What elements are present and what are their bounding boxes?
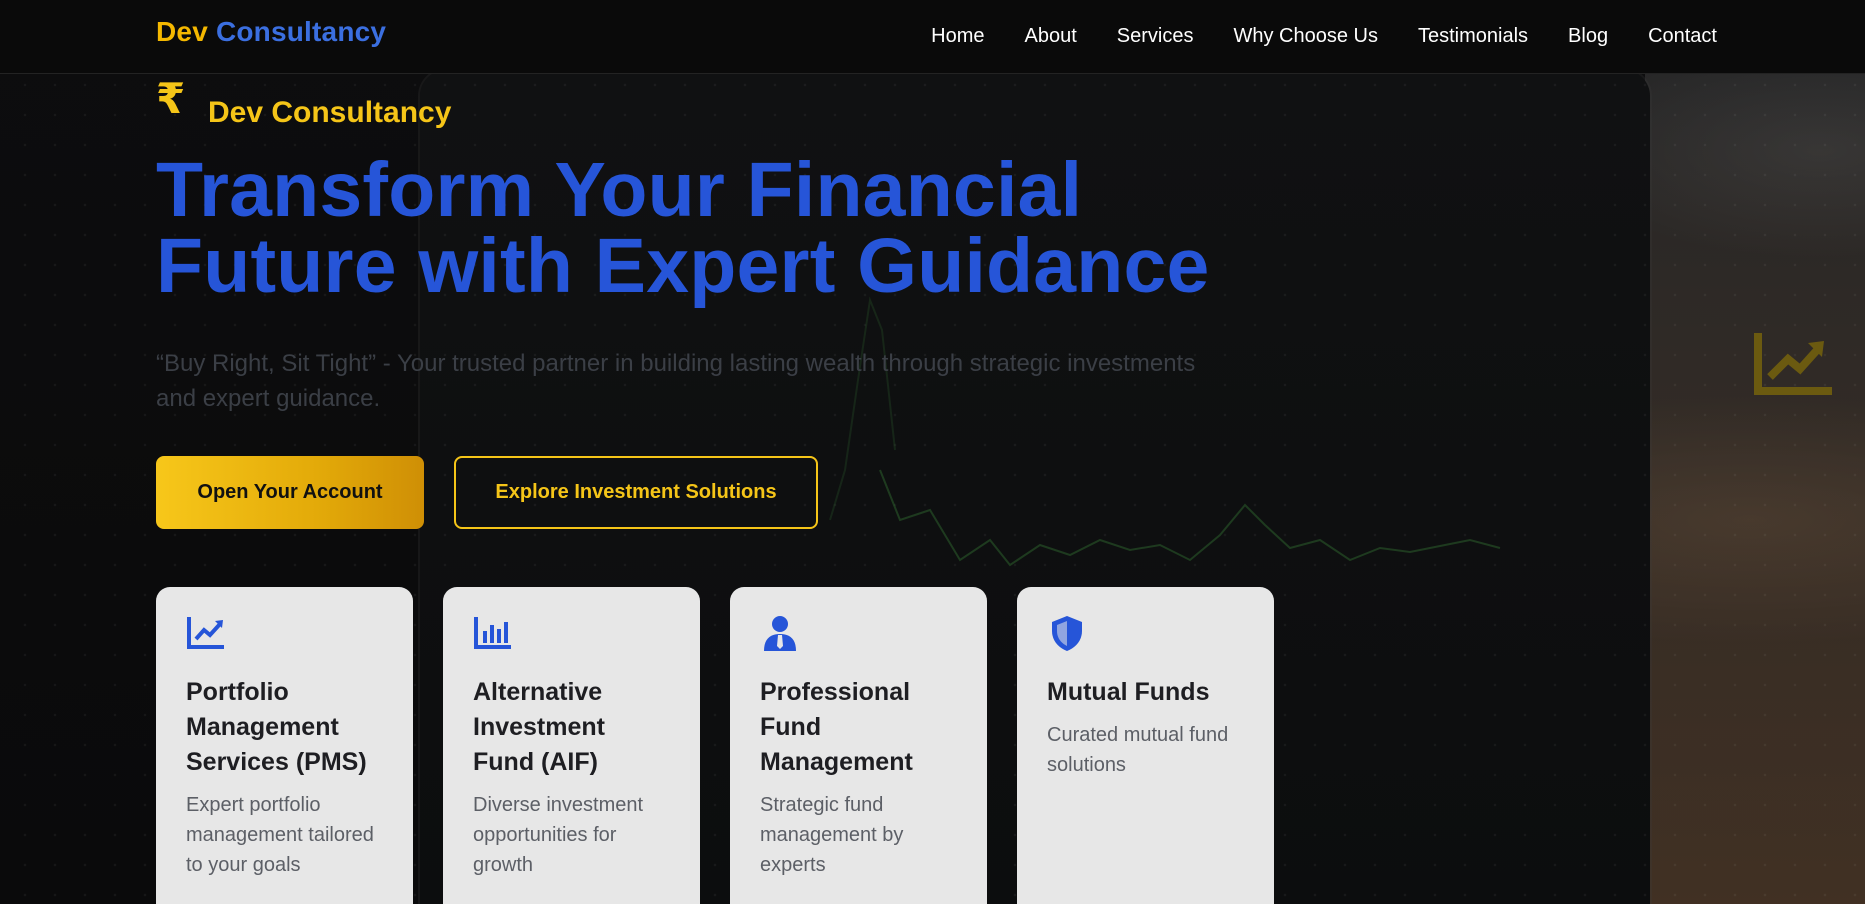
hero-cta-row: Open Your Account Explore Investment Sol… (156, 456, 1356, 529)
card-description: Strategic fund management by experts (760, 794, 904, 876)
nav-link-testimonials[interactable]: Testimonials (1418, 25, 1528, 48)
user-tie-icon (764, 616, 796, 651)
hero-headline-line-2: Future with Expert Guidance (156, 223, 1210, 309)
nav-link-about[interactable]: About (1025, 25, 1077, 48)
trend-chart-icon (1754, 333, 1832, 395)
top-navbar: Dev Consultancy Home About Services Why … (0, 0, 1865, 74)
card-title: Professional Fund Management (760, 678, 913, 776)
service-card-fund-management[interactable]: Professional Fund Management Strategic f… (730, 587, 987, 904)
service-card-pms[interactable]: Portfolio Management Services (PMS) Expe… (156, 587, 413, 904)
nav-link-services[interactable]: Services (1117, 25, 1194, 48)
nav-link-why-choose-us[interactable]: Why Choose Us (1233, 25, 1378, 48)
open-account-button[interactable]: Open Your Account (156, 456, 424, 529)
logo-text-consultancy: Consultancy (215, 16, 387, 47)
service-cards: Portfolio Management Services (PMS) Expe… (156, 587, 1274, 904)
hero-section: ₹ Dev Consultancy Transform Your Financi… (156, 75, 1356, 529)
hero-headline-line-1: Transform Your Financial (156, 147, 1083, 233)
page: Dev Consultancy Home About Services Why … (0, 0, 1865, 904)
service-card-aif[interactable]: Alternative Investment Fund (AIF) Divers… (443, 587, 700, 904)
hero-brand-name: Dev Consultancy (208, 96, 452, 129)
card-description: Curated mutual fund solutions (1047, 724, 1229, 776)
nav-link-blog[interactable]: Blog (1568, 25, 1608, 48)
bar-chart-icon (474, 617, 511, 649)
hero-subtitle: “Buy Right, Sit Tight” - Your trusted pa… (156, 350, 1196, 412)
nav-link-home[interactable]: Home (931, 25, 984, 48)
card-description: Expert portfolio management tailored to … (186, 794, 374, 876)
explore-solutions-button[interactable]: Explore Investment Solutions (454, 456, 818, 529)
nav-link-contact[interactable]: Contact (1648, 25, 1717, 48)
card-title: Portfolio Management Services (PMS) (186, 678, 367, 776)
card-title: Alternative Investment Fund (AIF) (473, 678, 605, 776)
rupee-icon: ₹ (156, 75, 186, 122)
hero-headline: Transform Your Financial Future with Exp… (156, 152, 1356, 305)
card-description: Diverse investment opportunities for gro… (473, 794, 644, 876)
shield-icon (1052, 616, 1082, 651)
hero-brand: ₹ Dev Consultancy (156, 75, 1356, 130)
trend-chart-icon (187, 617, 224, 649)
logo-text-dev: Dev (156, 16, 208, 47)
site-logo[interactable]: Dev Consultancy (156, 16, 386, 48)
service-card-mutual-funds[interactable]: Mutual Funds Curated mutual fund solutio… (1017, 587, 1274, 904)
card-title: Mutual Funds (1047, 678, 1210, 706)
nav-links: Home About Services Why Choose Us Testim… (891, 0, 1717, 73)
